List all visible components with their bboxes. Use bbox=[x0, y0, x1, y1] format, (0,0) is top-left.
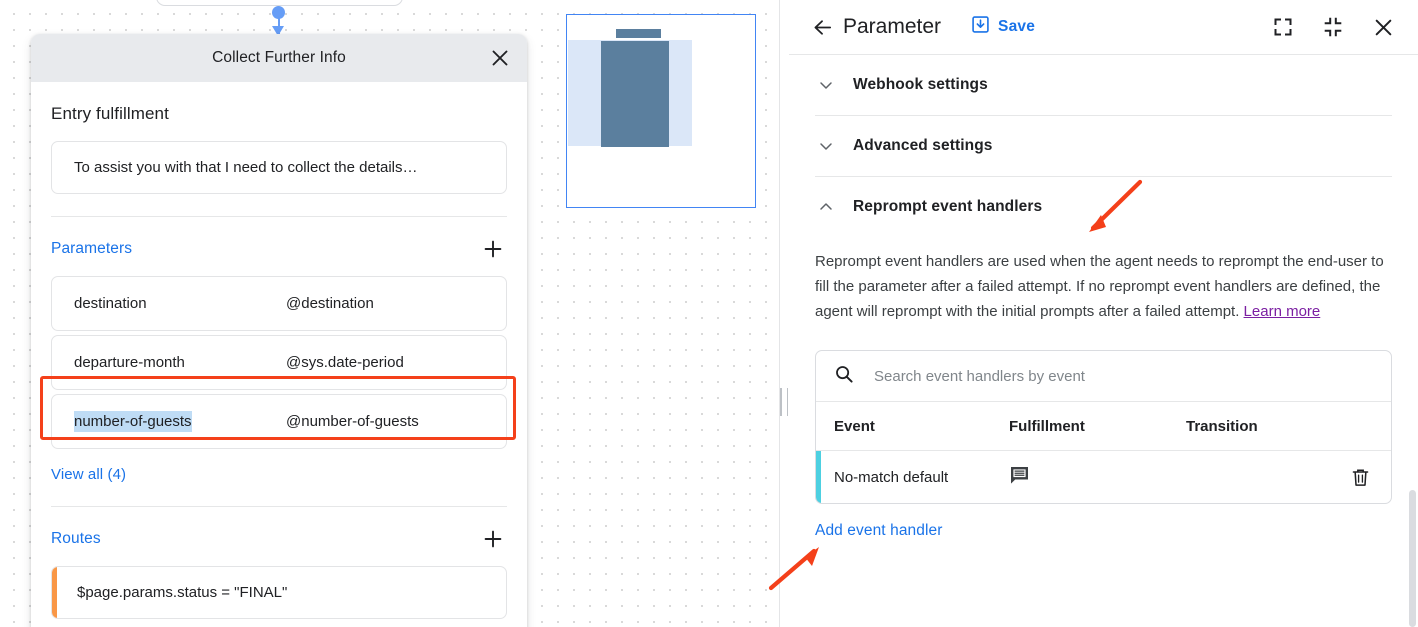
routes-header: Routes bbox=[51, 525, 507, 553]
learn-more-link[interactable]: Learn more bbox=[1244, 303, 1321, 320]
parameter-name: departure-month bbox=[52, 354, 286, 371]
row-accent-bar bbox=[816, 451, 821, 503]
route-condition: $page.params.status = "FINAL" bbox=[77, 584, 288, 601]
section-label: Advanced settings bbox=[853, 137, 993, 154]
column-header-transition: Transition bbox=[1186, 417, 1258, 435]
page-node-header: Collect Further Info bbox=[31, 34, 527, 82]
close-icon[interactable] bbox=[1368, 12, 1398, 42]
parameter-name-text: departure-month bbox=[74, 354, 185, 371]
panel-drag-handle[interactable] bbox=[780, 388, 788, 416]
parameter-name-text: destination bbox=[74, 295, 147, 312]
table-row[interactable]: No-match default bbox=[816, 451, 1391, 503]
chevron-down-icon bbox=[815, 138, 837, 154]
fullscreen-icon[interactable] bbox=[1268, 12, 1298, 42]
event-handlers-table: Event Fulfillment Transition No-match de… bbox=[815, 350, 1392, 504]
search-icon bbox=[834, 364, 854, 389]
section-label: Webhook settings bbox=[853, 76, 988, 93]
search-input[interactable] bbox=[872, 366, 1362, 386]
parameter-name-text-selected: number-of-guests bbox=[74, 411, 192, 432]
routes-label[interactable]: Routes bbox=[51, 530, 101, 548]
add-parameter-plus-icon[interactable] bbox=[479, 235, 507, 263]
section-reprompt-event-handlers[interactable]: Reprompt event handlers bbox=[815, 177, 1392, 237]
add-route-plus-icon[interactable] bbox=[479, 525, 507, 553]
save-label: Save bbox=[998, 18, 1036, 35]
section-label: Reprompt event handlers bbox=[853, 198, 1043, 215]
parameter-side-panel: Parameter Save Webhook settings Advanced… bbox=[789, 0, 1418, 627]
parameter-name: destination bbox=[52, 295, 286, 312]
event-handler-search[interactable] bbox=[816, 351, 1391, 402]
cell-event: No-match default bbox=[834, 468, 949, 486]
parameters-header: Parameters bbox=[51, 235, 507, 263]
divider bbox=[51, 506, 507, 507]
section-advanced-settings[interactable]: Advanced settings bbox=[815, 116, 1392, 176]
parameter-name: number-of-guests bbox=[52, 411, 286, 432]
divider bbox=[51, 216, 507, 217]
panel-header: Parameter Save bbox=[789, 0, 1418, 55]
entry-fulfillment-message[interactable]: To assist you with that I need to collec… bbox=[51, 141, 507, 194]
trash-icon[interactable] bbox=[1347, 464, 1373, 490]
panel-scrollbar[interactable] bbox=[1409, 490, 1416, 627]
view-all-parameters-link[interactable]: View all (4) bbox=[51, 466, 126, 483]
table-header-row: Event Fulfillment Transition bbox=[816, 402, 1391, 451]
page-title: Parameter bbox=[843, 15, 942, 38]
parameter-entity: @number-of-guests bbox=[286, 413, 419, 430]
parameter-entity: @destination bbox=[286, 295, 374, 312]
arrow-left-icon[interactable] bbox=[807, 12, 837, 42]
parameters-label[interactable]: Parameters bbox=[51, 240, 132, 258]
page-node-body: Entry fulfillment To assist you with tha… bbox=[31, 104, 527, 627]
cell-fulfillment[interactable] bbox=[1009, 465, 1186, 490]
save-button[interactable]: Save bbox=[971, 15, 1035, 39]
save-icon bbox=[971, 15, 990, 39]
add-event-handler-link[interactable]: Add event handler bbox=[815, 522, 943, 540]
entry-fulfillment-text: To assist you with that I need to collec… bbox=[74, 159, 418, 176]
flow-canvas[interactable]: Collect Further Info Entry fulfillment T… bbox=[0, 0, 779, 627]
table-row[interactable]: departure-month @sys.date-period bbox=[51, 335, 507, 390]
panel-body: Webhook settings Advanced settings Repro… bbox=[789, 55, 1418, 540]
table-row-selected[interactable]: number-of-guests @number-of-guests bbox=[51, 394, 507, 449]
route-row[interactable]: $page.params.status = "FINAL" bbox=[51, 566, 507, 619]
chevron-up-icon bbox=[815, 199, 837, 215]
minimap-node-block bbox=[601, 41, 669, 147]
minimap-node-bar bbox=[616, 29, 661, 38]
fullscreen-exit-icon[interactable] bbox=[1318, 12, 1348, 42]
entry-fulfillment-heading: Entry fulfillment bbox=[51, 104, 169, 123]
minimap-thumbnail[interactable] bbox=[566, 14, 756, 208]
page-title: Collect Further Info bbox=[212, 49, 346, 66]
close-icon[interactable] bbox=[487, 45, 513, 71]
column-header-event: Event bbox=[834, 417, 875, 435]
page-node-card[interactable]: Collect Further Info Entry fulfillment T… bbox=[31, 34, 527, 627]
reprompt-description: Reprompt event handlers are used when th… bbox=[815, 249, 1385, 324]
app-root: Collect Further Info Entry fulfillment T… bbox=[0, 0, 1418, 627]
section-webhook-settings[interactable]: Webhook settings bbox=[815, 55, 1392, 115]
column-header-fulfillment: Fulfillment bbox=[1009, 417, 1085, 435]
parameter-entity: @sys.date-period bbox=[286, 354, 404, 371]
chat-message-icon bbox=[1009, 466, 1030, 490]
parameters-list: destination @destination departure-month… bbox=[51, 276, 507, 449]
chevron-down-icon bbox=[815, 77, 837, 93]
table-row[interactable]: destination @destination bbox=[51, 276, 507, 331]
